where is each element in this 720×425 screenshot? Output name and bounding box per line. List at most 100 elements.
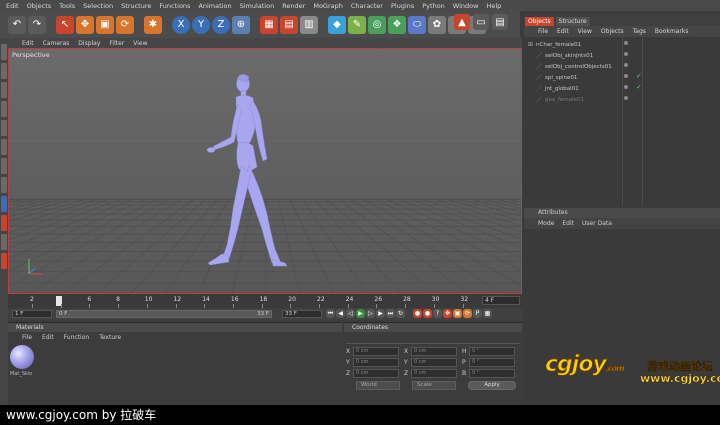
coord-value-field[interactable]: 0 ° — [469, 358, 515, 367]
menu-item-functions[interactable]: Functions — [159, 2, 190, 10]
coord-value-field[interactable]: 0 cm — [411, 369, 457, 378]
visibility-dot-icon[interactable] — [624, 85, 628, 89]
next-frame-icon[interactable]: ▷ — [366, 309, 375, 318]
viewport-menu-cameras[interactable]: Cameras — [43, 40, 70, 47]
left-tool-edges-icon[interactable] — [1, 101, 7, 117]
menu-item-plugins[interactable]: Plugins — [391, 2, 414, 10]
nurbs-icon[interactable]: ◎ — [368, 15, 386, 34]
menu-item-animation[interactable]: Animation — [198, 2, 231, 10]
menu-item-simulation[interactable]: Simulation — [240, 2, 275, 10]
record-key-icon[interactable]: ● — [413, 309, 422, 318]
coord-value-field[interactable]: 0 cm — [353, 358, 399, 367]
visibility-dot-icon[interactable] — [624, 52, 628, 56]
position-key-icon[interactable]: ✥ — [443, 309, 452, 318]
end-frame-field[interactable]: 33 F — [282, 310, 322, 318]
viewport-menu-display[interactable]: Display — [78, 40, 100, 47]
menu-item-window[interactable]: Window — [453, 2, 479, 10]
world-dropdown[interactable]: World — [356, 381, 400, 390]
coord-value-field[interactable]: 0 cm — [411, 347, 457, 356]
left-tool-workplane-icon[interactable] — [1, 196, 7, 212]
scale-icon[interactable]: ▣ — [96, 15, 114, 34]
scale-key-icon[interactable]: ▣ — [453, 309, 462, 318]
coord-value-field[interactable]: 0 cm — [411, 358, 457, 367]
array-icon[interactable]: ❖ — [388, 15, 406, 34]
menu-item-structure[interactable]: Structure — [121, 2, 151, 10]
preview-range-slider[interactable]: 0 F 33 F — [56, 310, 272, 318]
timeline-ruler[interactable]: 4 F 2 4 6 8 10 12 14 16 18 20 22 24 26 28 30 32 — [8, 294, 522, 308]
next-key-icon[interactable]: ▶ — [376, 309, 385, 318]
start-frame-field[interactable]: 1 F — [12, 310, 52, 318]
visibility-dot-icon[interactable] — [624, 63, 628, 67]
materials-menu-texture[interactable]: Texture — [99, 334, 121, 341]
enabled-check-icon[interactable]: ✓ — [636, 83, 642, 91]
enabled-check-icon[interactable]: ✓ — [636, 72, 642, 80]
deformer-icon[interactable]: ⬭ — [408, 15, 426, 34]
prev-frame-icon[interactable]: ◁ — [346, 309, 355, 318]
left-tool-points-icon[interactable] — [1, 82, 7, 98]
undo-icon[interactable]: ↶ — [8, 15, 26, 34]
objects-menu-view[interactable]: View — [578, 28, 592, 35]
object-row[interactable]: ⋰ selObj_skinJnts01 — [524, 50, 720, 61]
left-tool-texture-icon[interactable] — [1, 63, 7, 79]
left-tool-model-icon[interactable] — [1, 44, 7, 60]
menu-item-mograph[interactable]: MoGraph — [313, 2, 343, 10]
materials-menu-edit[interactable]: Edit — [42, 334, 54, 341]
rotate-icon[interactable]: ⟳ — [116, 15, 134, 34]
go-to-end-icon[interactable]: ⏭ — [386, 309, 395, 318]
x-axis-button[interactable]: X — [172, 15, 190, 34]
timeline-end-field[interactable]: 4 F — [482, 296, 520, 305]
scene-icon[interactable]: ✿ — [428, 15, 446, 34]
layout-icon[interactable]: ▭ — [473, 14, 489, 30]
attributes-menu-user-data[interactable]: User Data — [582, 220, 612, 227]
recent-tool-icon[interactable]: ✱ — [144, 15, 162, 34]
autokey-icon[interactable]: ● — [423, 309, 432, 318]
point-level-icon[interactable]: ▦ — [483, 309, 492, 318]
left-tool-lock-icon[interactable] — [1, 215, 7, 231]
left-tool-snap-icon[interactable] — [1, 177, 7, 193]
coordinate-system-icon[interactable]: ⊕ — [232, 15, 250, 34]
render-picture-viewer-icon[interactable]: ▤ — [280, 15, 298, 34]
menu-item-edit[interactable]: Edit — [6, 2, 19, 10]
coord-value-field[interactable]: 0 cm — [353, 347, 399, 356]
redo-icon[interactable]: ↷ — [28, 15, 46, 34]
tab-objects[interactable]: Objects — [525, 17, 554, 26]
menu-item-render[interactable]: Render — [282, 2, 305, 10]
object-row[interactable]: ⋰ selObj_controlObjects01 — [524, 61, 720, 72]
materials-menu-function[interactable]: Function — [64, 334, 90, 341]
keyframe-selection-icon[interactable]: ? — [433, 309, 442, 318]
left-tool-polygons-icon[interactable] — [1, 120, 7, 136]
z-axis-button[interactable]: Z — [212, 15, 230, 34]
edit-render-icon[interactable]: ▤ — [492, 14, 508, 30]
cube-icon[interactable]: ◆ — [328, 15, 346, 34]
menu-item-help[interactable]: Help — [486, 2, 501, 10]
left-tool-record-icon[interactable] — [1, 253, 7, 269]
loop-icon[interactable]: ↻ — [396, 309, 405, 318]
object-row[interactable]: ⋰ spl_spine01 ✓ — [524, 72, 720, 83]
visibility-dot-icon[interactable] — [624, 96, 628, 100]
parameter-key-icon[interactable]: P — [473, 309, 482, 318]
menu-item-python[interactable]: Python — [422, 2, 445, 10]
object-row[interactable]: ⋰ jnt_global01 ✓ — [524, 83, 720, 94]
objects-menu-bookmarks[interactable]: Bookmarks — [655, 28, 689, 35]
coord-value-field[interactable]: 0 cm — [353, 369, 399, 378]
objects-menu-objects[interactable]: Objects — [601, 28, 624, 35]
viewport-menu-view[interactable]: View — [133, 40, 147, 47]
live-select-icon[interactable]: ↖ — [56, 15, 74, 34]
menu-item-character[interactable]: Character — [351, 2, 383, 10]
visibility-dot-icon[interactable] — [624, 41, 628, 45]
y-axis-button[interactable]: Y — [192, 15, 210, 34]
viewport-menu-edit[interactable]: Edit — [22, 40, 34, 47]
menu-item-selection[interactable]: Selection — [83, 2, 113, 10]
tab-structure[interactable]: Structure — [555, 17, 590, 26]
objects-menu-tags[interactable]: Tags — [633, 28, 646, 35]
left-tool-tweak-icon[interactable] — [1, 158, 7, 174]
perspective-viewport[interactable]: Perspective — [8, 48, 522, 294]
attributes-menu-edit[interactable]: Edit — [562, 220, 574, 227]
left-tool-axis-icon[interactable] — [1, 139, 7, 155]
render-view-icon[interactable]: ▦ — [260, 15, 278, 34]
move-icon[interactable]: ✥ — [76, 15, 94, 34]
visibility-dot-icon[interactable] — [624, 74, 628, 78]
scale-dropdown[interactable]: Scale — [412, 381, 456, 390]
menu-item-tools[interactable]: Tools — [59, 2, 75, 10]
objects-menu-edit[interactable]: Edit — [557, 28, 569, 35]
